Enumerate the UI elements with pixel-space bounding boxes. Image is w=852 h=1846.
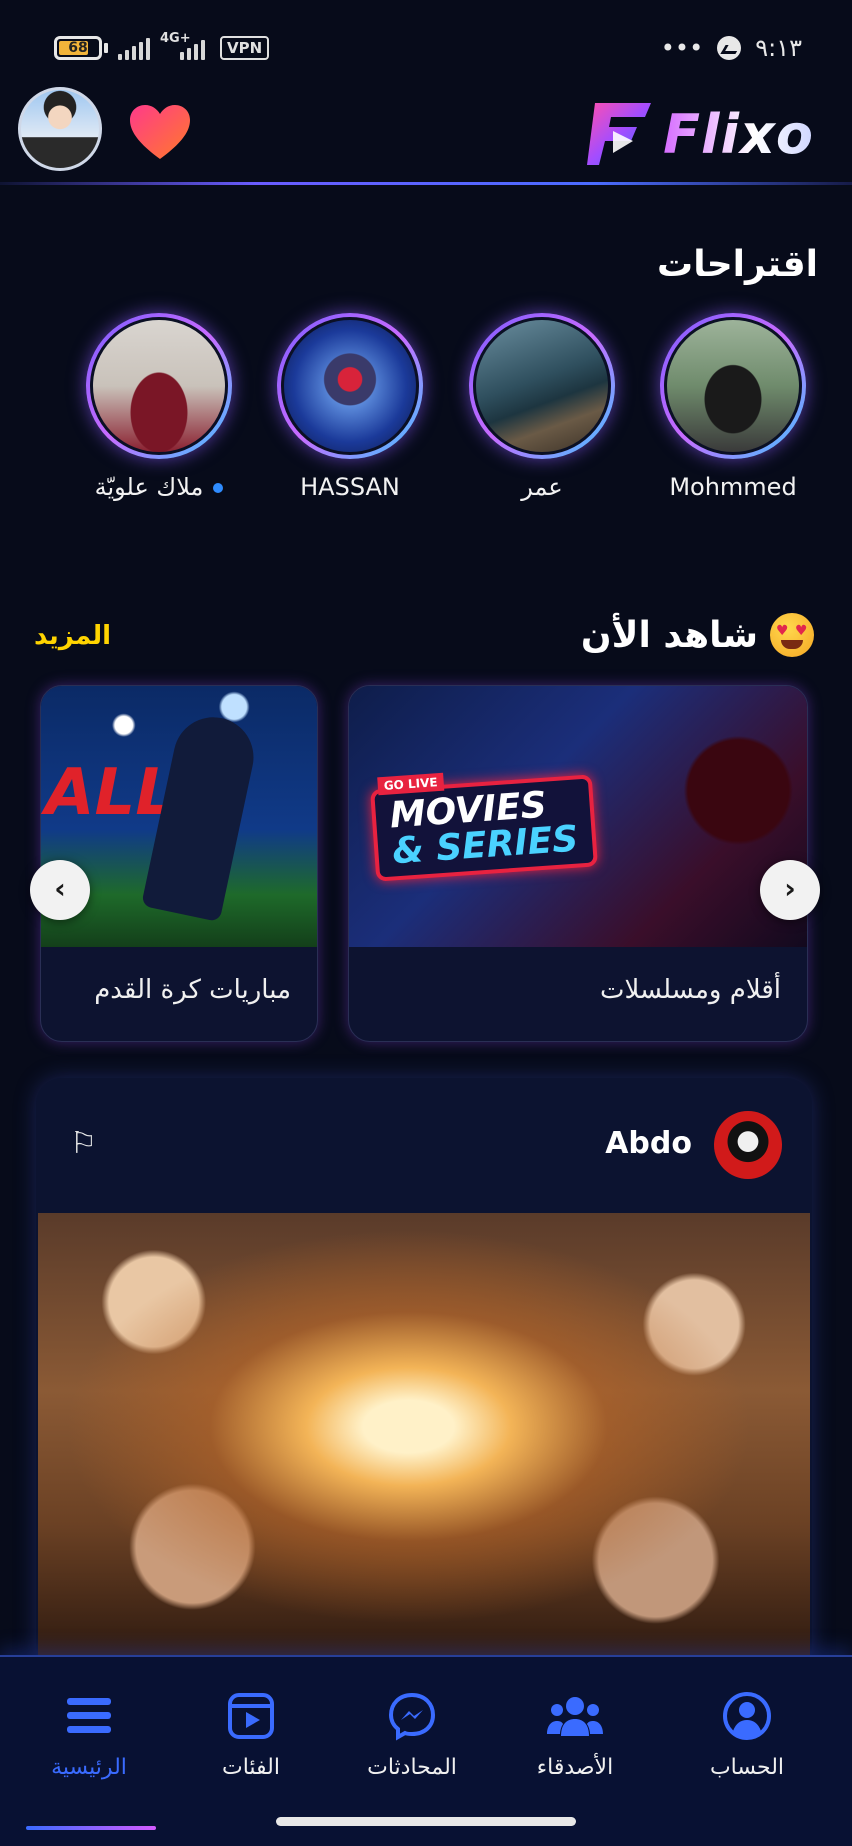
post-author-avatar[interactable] bbox=[714, 1111, 782, 1179]
vpn-badge: VPN bbox=[220, 36, 270, 60]
battery-percent: 68 bbox=[68, 40, 88, 56]
nav-label: المحادثات bbox=[367, 1755, 457, 1780]
header-divider bbox=[0, 182, 852, 185]
football-side-text: ALL bbox=[45, 756, 177, 830]
messenger-notification-icon bbox=[717, 36, 742, 60]
nav-friends[interactable]: الأصدقاء bbox=[500, 1691, 650, 1780]
menu-icon bbox=[14, 1691, 164, 1741]
profile-avatar[interactable] bbox=[18, 87, 102, 171]
nav-label: الفئات bbox=[222, 1755, 280, 1780]
heart-icon[interactable] bbox=[128, 103, 192, 163]
nav-label: الأصدقاء bbox=[536, 1755, 614, 1780]
battery-icon: 68 bbox=[54, 36, 102, 60]
story-item[interactable]: عمر bbox=[469, 313, 615, 501]
story-item[interactable]: ملاك علويّة bbox=[86, 313, 232, 501]
heart-eyes-emoji-icon: ♥ ♥ bbox=[770, 613, 814, 657]
more-link[interactable]: المزيد bbox=[34, 621, 111, 651]
flixo-logo-icon bbox=[587, 103, 652, 165]
nav-account[interactable]: الحساب bbox=[672, 1691, 822, 1780]
movies-series-thumbnail: GO LIVE MOVIES & SERIES bbox=[349, 686, 807, 947]
nav-home[interactable]: الرئيسية bbox=[14, 1691, 164, 1780]
more-dots: ••• bbox=[660, 34, 704, 62]
post-image[interactable] bbox=[38, 1213, 810, 1658]
story-name: عمر bbox=[521, 473, 563, 501]
post-card: Abdo ⚐ bbox=[36, 1078, 812, 1658]
story-avatar bbox=[664, 317, 802, 455]
suggestions-title: اقتراحات bbox=[657, 244, 818, 285]
signal-icon bbox=[118, 36, 150, 60]
battery-cap bbox=[104, 43, 108, 53]
watch-now-header: شاهد الأن ♥ ♥ bbox=[581, 613, 814, 657]
user-circle-icon bbox=[672, 1691, 822, 1741]
story-name: Mohmmed bbox=[669, 473, 797, 501]
story-avatar bbox=[473, 317, 611, 455]
football-card[interactable]: ALL مباريات كرة القدم bbox=[40, 685, 318, 1042]
story-item[interactable]: Mohmmed bbox=[660, 313, 806, 501]
watch-now-title: شاهد الأن bbox=[580, 614, 758, 656]
logo-text: Flixo bbox=[663, 102, 814, 166]
story-name: ملاك علويّة bbox=[86, 473, 232, 501]
carousel-next-button[interactable]: › bbox=[760, 860, 820, 920]
messenger-icon bbox=[337, 1691, 487, 1741]
carousel-prev-button[interactable]: ‹ bbox=[30, 860, 90, 920]
status-bar: 68 4G+ VPN ••• ٩:١٣ bbox=[0, 0, 852, 90]
clock: ٩:١٣ bbox=[755, 34, 802, 62]
nav-chats[interactable]: المحادثات bbox=[337, 1691, 487, 1780]
app-logo: Flixo bbox=[585, 97, 814, 171]
nav-label: الرئيسية bbox=[51, 1755, 127, 1780]
flag-icon[interactable]: ⚐ bbox=[70, 1126, 97, 1161]
story-avatar bbox=[281, 317, 419, 455]
nav-categories[interactable]: الفئات bbox=[176, 1691, 326, 1780]
post-header: Abdo ⚐ bbox=[36, 1078, 812, 1213]
signal-icon-2 bbox=[180, 36, 205, 60]
home-indicator[interactable] bbox=[276, 1817, 576, 1826]
movies-badge: GO LIVE MOVIES & SERIES bbox=[370, 772, 599, 882]
badge-line2: & SERIES bbox=[391, 818, 580, 873]
status-right: ••• ٩:١٣ bbox=[661, 34, 802, 62]
movies-series-card[interactable]: GO LIVE MOVIES & SERIES أقلام ومسلسلات bbox=[348, 685, 808, 1042]
story-name-text: ملاك علويّة bbox=[94, 473, 204, 501]
active-tab-indicator bbox=[26, 1826, 156, 1830]
nav-label: الحساب bbox=[709, 1755, 785, 1780]
post-author-name[interactable]: Abdo bbox=[605, 1126, 692, 1161]
story-avatar bbox=[90, 317, 228, 455]
card-label: أقلام ومسلسلات bbox=[600, 975, 781, 1005]
story-name: HASSAN bbox=[300, 473, 400, 501]
story-item[interactable]: HASSAN bbox=[277, 313, 423, 501]
online-dot bbox=[213, 483, 224, 493]
users-icon bbox=[500, 1691, 650, 1741]
card-label: مباريات كرة القدم bbox=[94, 975, 291, 1005]
player-figure bbox=[141, 709, 261, 923]
play-square-icon bbox=[176, 1691, 326, 1741]
